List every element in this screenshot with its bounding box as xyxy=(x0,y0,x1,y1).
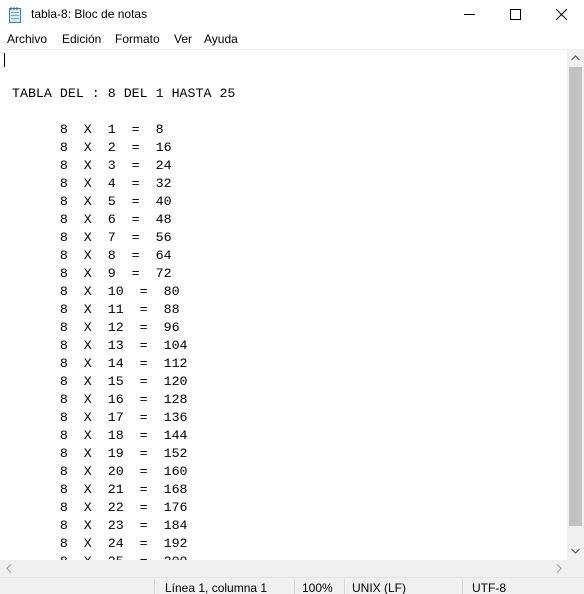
text-line: 8 X 7 = 56 xyxy=(4,230,172,245)
text-line: 8 X 16 = 128 xyxy=(4,392,188,407)
horizontal-scrollbar[interactable] xyxy=(0,560,567,577)
text-line: TABLA DEL : 8 DEL 1 HASTA 25 xyxy=(4,86,236,101)
status-line-ending: UNIX (LF) xyxy=(352,581,406,594)
text-line: 8 X 9 = 72 xyxy=(4,266,172,281)
close-button[interactable] xyxy=(539,0,584,30)
status-separator xyxy=(294,579,295,594)
chevron-right-icon xyxy=(556,564,562,573)
status-cursor-position: Línea 1, columna 1 xyxy=(165,581,268,594)
text-line: 8 X 13 = 104 xyxy=(4,338,188,353)
text-caret xyxy=(4,53,5,67)
status-zoom: 100% xyxy=(302,581,333,594)
text-line: 8 X 5 = 40 xyxy=(4,194,172,209)
chevron-left-icon xyxy=(6,564,12,573)
vertical-scroll-thumb[interactable] xyxy=(569,67,582,526)
chevron-down-icon xyxy=(571,548,580,554)
menu-ver[interactable]: Ver xyxy=(174,32,192,46)
title-bar[interactable]: tabla-8: Bloc de notas xyxy=(0,0,584,30)
text-line: 8 X 11 = 88 xyxy=(4,302,180,317)
window-title: tabla-8: Bloc de notas xyxy=(31,7,148,21)
text-line: 8 X 24 = 192 xyxy=(4,536,188,551)
text-line: 8 X 25 = 200 xyxy=(4,553,235,560)
text-line: 8 X 21 = 168 xyxy=(4,482,188,497)
document-text[interactable]: TABLA DEL : 8 DEL 1 HASTA 25 8 X 1 = 8 8… xyxy=(4,67,235,560)
text-line: 8 X 22 = 176 xyxy=(4,500,188,515)
scroll-up-button[interactable] xyxy=(567,50,584,67)
text-line: 8 X 18 = 144 xyxy=(4,428,188,443)
scrollbar-corner xyxy=(567,560,584,577)
menu-edicion[interactable]: Edición xyxy=(62,32,101,46)
close-icon xyxy=(556,9,567,20)
scroll-left-button[interactable] xyxy=(0,560,17,577)
text-line xyxy=(4,103,235,121)
minimize-icon xyxy=(464,14,475,15)
text-line: 8 X 8 = 64 xyxy=(4,248,172,263)
menu-archivo[interactable]: Archivo xyxy=(7,32,47,46)
maximize-button[interactable] xyxy=(493,0,539,30)
maximize-icon xyxy=(510,9,521,20)
menu-bar: Archivo Edición Formato Ver Ayuda xyxy=(0,30,584,49)
text-line: 8 X 10 = 80 xyxy=(4,284,180,299)
status-separator xyxy=(344,579,345,594)
menu-formato[interactable]: Formato xyxy=(115,32,160,46)
status-separator xyxy=(462,579,463,594)
text-editor[interactable]: TABLA DEL : 8 DEL 1 HASTA 25 8 X 1 = 8 8… xyxy=(0,50,567,560)
chevron-up-icon xyxy=(571,55,580,61)
text-line: 8 X 4 = 32 xyxy=(4,176,172,191)
text-line: 8 X 2 = 16 xyxy=(4,140,172,155)
text-line: 8 X 17 = 136 xyxy=(4,410,188,425)
text-line: 8 X 20 = 160 xyxy=(4,464,188,479)
vertical-scrollbar[interactable] xyxy=(567,50,584,560)
status-encoding: UTF-8 xyxy=(472,581,506,594)
text-line: 8 X 15 = 120 xyxy=(4,374,188,389)
scroll-right-button[interactable] xyxy=(550,560,567,577)
text-line: 8 X 12 = 96 xyxy=(4,320,180,335)
scroll-down-button[interactable] xyxy=(567,543,584,560)
text-line xyxy=(4,67,235,85)
text-line: 8 X 19 = 152 xyxy=(4,446,188,461)
text-line: 8 X 23 = 184 xyxy=(4,518,188,533)
text-line: 8 X 6 = 48 xyxy=(4,212,172,227)
notepad-icon xyxy=(8,6,23,23)
text-line: 8 X 3 = 24 xyxy=(4,158,172,173)
status-separator xyxy=(154,579,155,594)
minimize-button[interactable] xyxy=(447,0,493,30)
menu-ayuda[interactable]: Ayuda xyxy=(204,32,238,46)
status-bar: Línea 1, columna 1 100% UNIX (LF) UTF-8 xyxy=(0,577,584,594)
text-line: 8 X 1 = 8 xyxy=(4,122,164,137)
text-line: 8 X 14 = 112 xyxy=(4,356,188,371)
